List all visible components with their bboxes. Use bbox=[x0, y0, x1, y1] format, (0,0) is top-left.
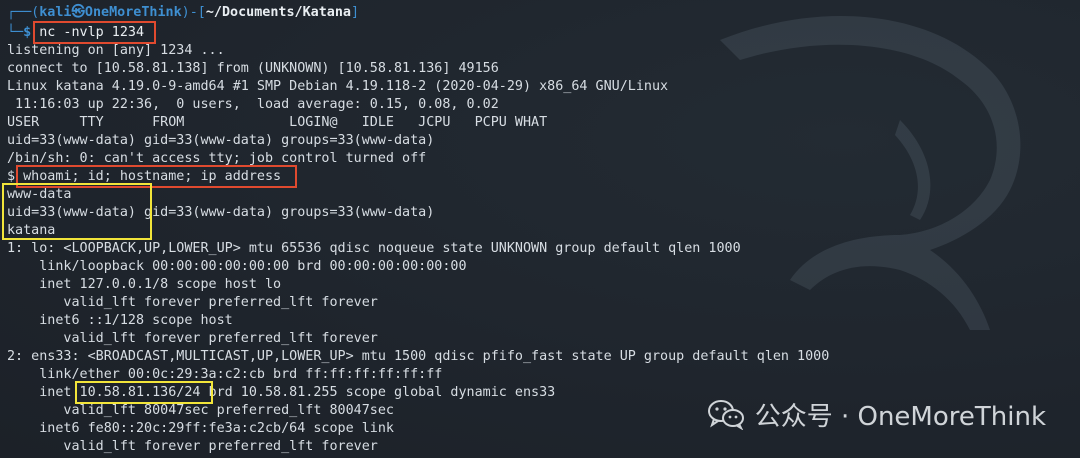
output-line: valid_lft forever preferred_lft forever bbox=[7, 331, 378, 346]
output-line: link/loopback 00:00:00:00:00:00 brd 00:0… bbox=[7, 259, 467, 274]
output-line: valid_lft 80047sec preferred_lft 80047se… bbox=[7, 403, 394, 418]
output-line: inet6 fe80::20c:29ff:fe3a:c2cb/64 scope … bbox=[7, 421, 394, 436]
highlight-box-nc-command bbox=[33, 21, 156, 44]
output-line: uid=33(www-data) gid=33(www-data) groups… bbox=[7, 133, 435, 148]
output-line: valid_lft forever preferred_lft forever bbox=[7, 439, 378, 454]
output-line: valid_lft forever preferred_lft forever bbox=[7, 295, 378, 310]
output-line: inet6 ::1/128 scope host bbox=[7, 313, 233, 328]
terminal-window[interactable]: ┌──(kali㉿OneMoreThink)-[~/Documents/Kata… bbox=[0, 0, 1080, 458]
output-line: listening on [any] 1234 ... bbox=[7, 43, 225, 58]
prompt-header-line: ┌──(kali㉿OneMoreThink)-[~/Documents/Kata… bbox=[7, 4, 359, 22]
highlight-box-user-info bbox=[2, 183, 152, 240]
output-line: 2: ens33: <BROADCAST,MULTICAST,UP,LOWER_… bbox=[7, 349, 830, 364]
prompt-frame-left: ┌──( bbox=[7, 5, 40, 20]
wechat-icon bbox=[707, 400, 744, 430]
highlight-box-ip-address bbox=[75, 381, 213, 404]
output-line: 11:16:03 up 22:36, 0 users, load average… bbox=[7, 97, 499, 112]
output-line: Linux katana 4.19.0-9-amd64 #1 SMP Debia… bbox=[7, 79, 669, 94]
wechat-watermark: 公众号 · OneMoreThink bbox=[707, 396, 1046, 432]
output-line: USER TTY FROM LOGIN@ IDLE JCPU PCPU WHAT bbox=[7, 115, 548, 130]
watermark-text: 公众号 · OneMoreThink bbox=[754, 401, 1046, 432]
kali-dragon-watermark-icon bbox=[720, 16, 1021, 330]
output-line: inet 127.0.0.1/8 scope host lo bbox=[7, 277, 282, 292]
prompt-frame-mid: )-[ bbox=[181, 5, 206, 20]
output-line: connect to [10.58.81.138] from (UNKNOWN)… bbox=[7, 61, 499, 76]
output-line: link/ether 00:0c:29:3a:c2:cb brd ff:ff:f… bbox=[7, 367, 443, 382]
prompt-user-host: kali㉿OneMoreThink bbox=[39, 5, 182, 20]
prompt-frame-right: ] bbox=[350, 5, 360, 20]
prompt-prefix: └─ bbox=[7, 25, 24, 40]
prompt-path: ~/Documents/Katana bbox=[205, 5, 351, 20]
output-line: 1: lo: <LOOPBACK,UP,LOWER_UP> mtu 65536 … bbox=[7, 241, 741, 256]
